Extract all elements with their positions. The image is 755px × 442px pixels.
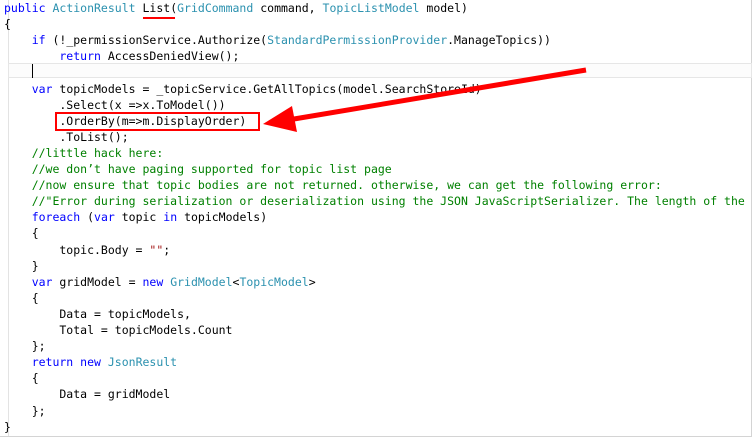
red-arrow-annotation — [263, 67, 587, 132]
code-editor[interactable]: public ActionResult List(GridCommand com… — [0, 0, 752, 437]
arrow-head — [263, 106, 297, 132]
arrow-shaft — [287, 67, 587, 123]
